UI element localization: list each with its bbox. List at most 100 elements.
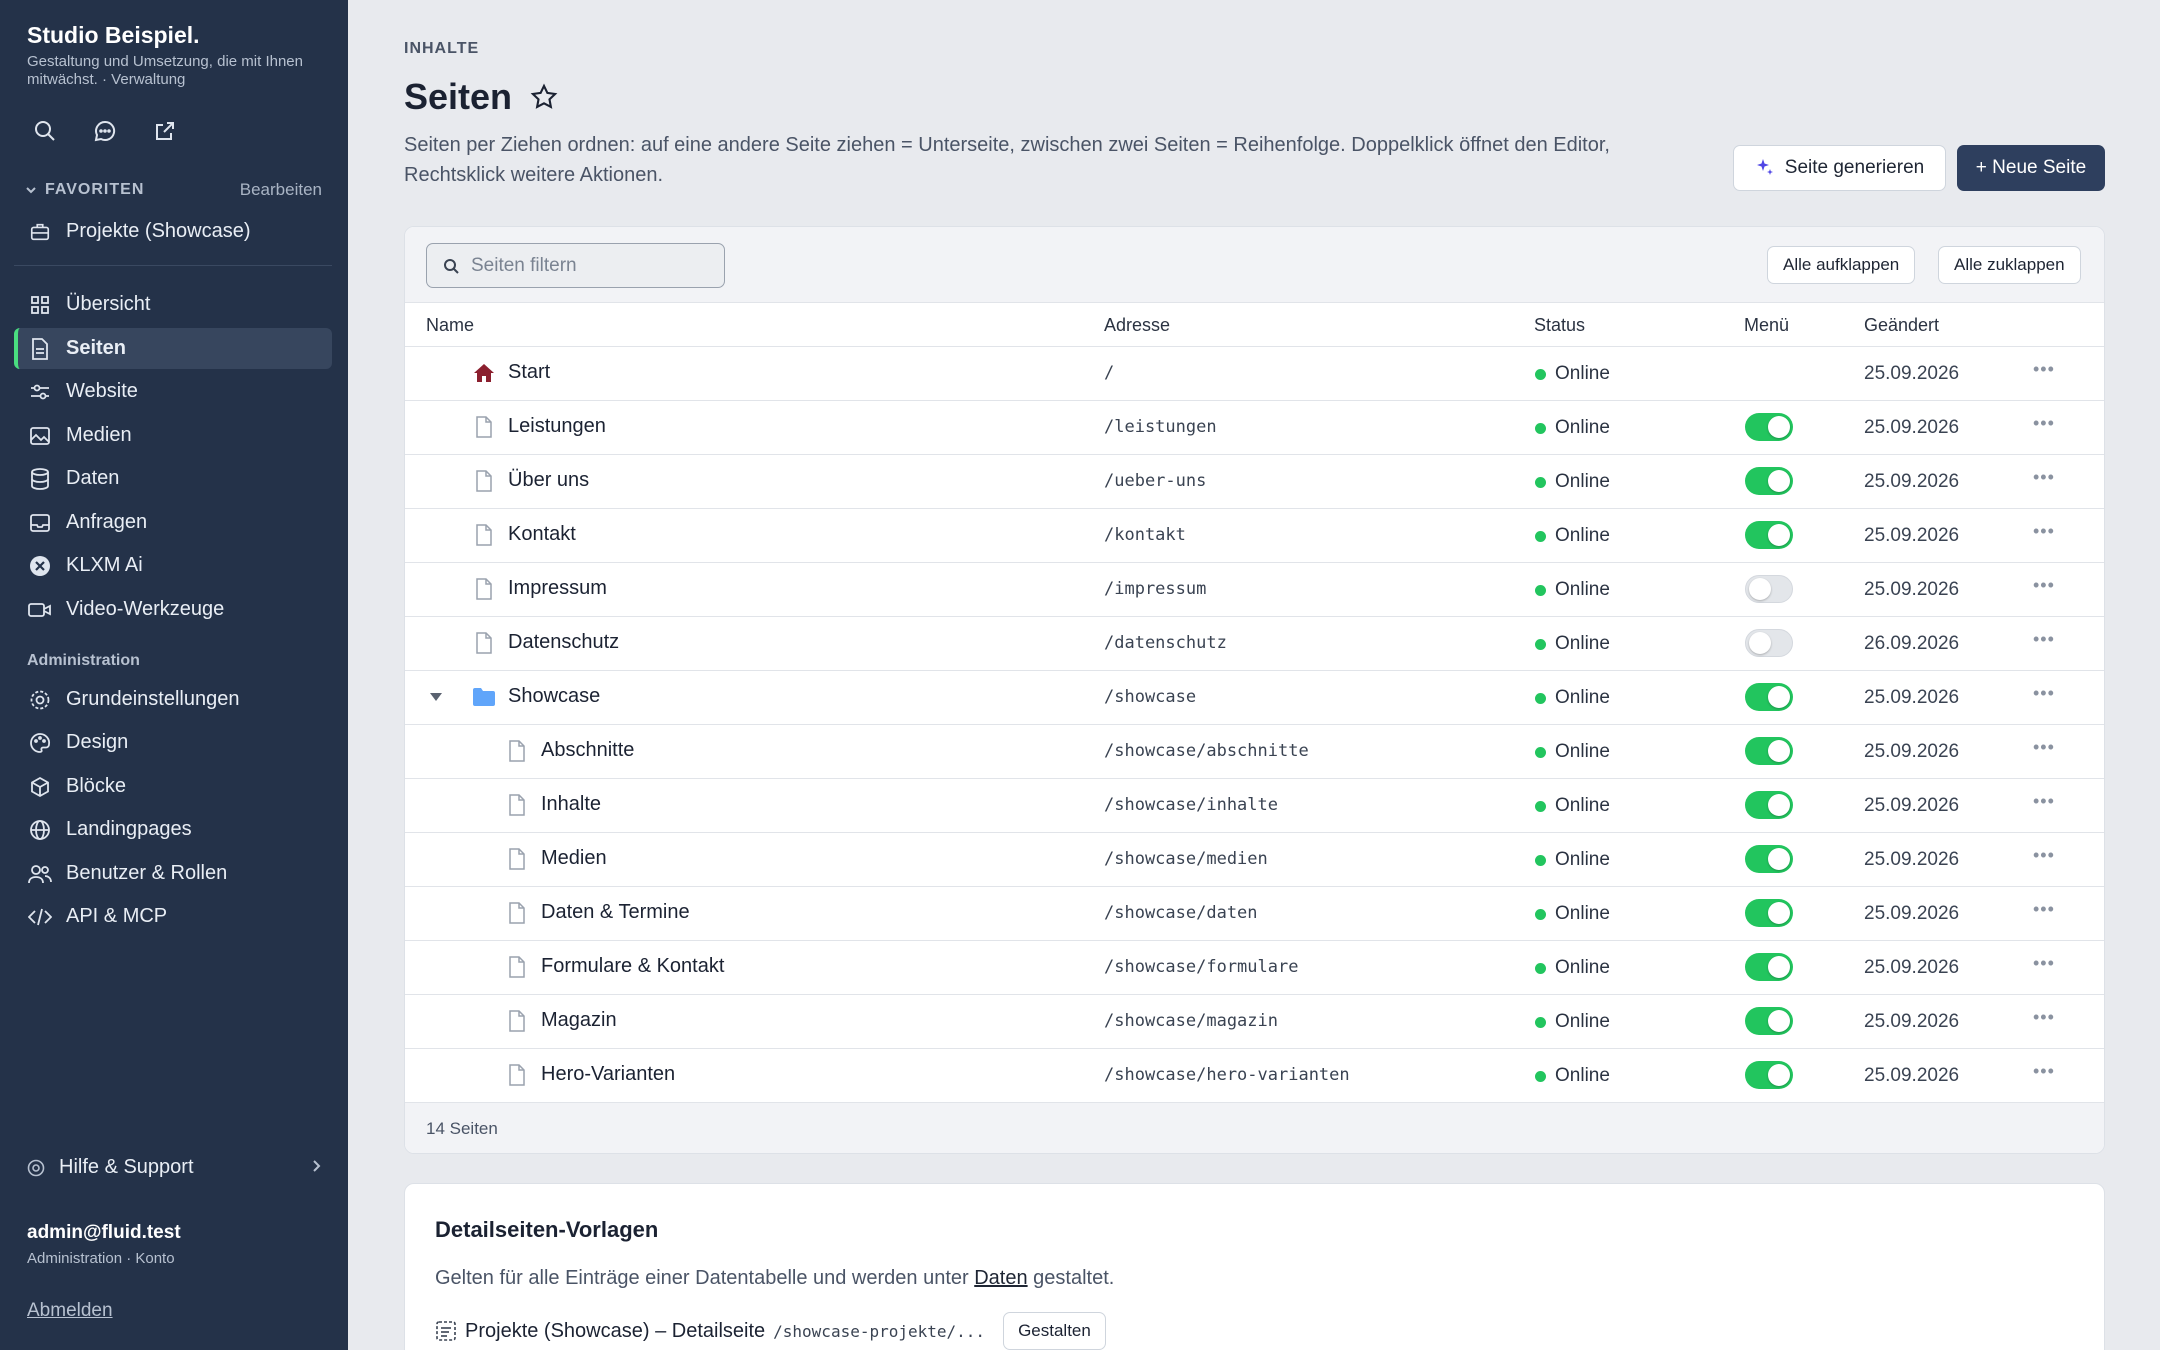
sidebar-item-website[interactable]: Website — [14, 371, 332, 412]
status-badge: Online — [1535, 849, 1610, 871]
table-row[interactable]: Impressum /impressum Online 25.09.2026 •… — [405, 563, 2104, 617]
grid-icon — [28, 293, 52, 317]
more-actions-icon[interactable]: ••• — [2033, 1061, 2055, 1082]
more-actions-icon[interactable]: ••• — [2033, 845, 2055, 866]
sidebar-item-seiten[interactable]: Seiten — [14, 328, 332, 369]
star-icon[interactable] — [530, 83, 558, 111]
more-actions-icon[interactable]: ••• — [2033, 737, 2055, 758]
menu-toggle[interactable] — [1745, 737, 1793, 765]
user-role: Administration · Konto — [27, 1250, 175, 1267]
menu-toggle[interactable] — [1745, 467, 1793, 495]
page-name-cell: Kontakt — [472, 523, 576, 546]
sidebar-item-label: Seiten — [66, 337, 127, 359]
more-actions-icon[interactable]: ••• — [2033, 791, 2055, 812]
status-dot — [1535, 584, 1546, 596]
design-template-button[interactable]: Gestalten — [1003, 1312, 1106, 1350]
detail-templates-card: Detailseiten-Vorlagen Gelten für alle Ei… — [404, 1183, 2105, 1350]
more-actions-icon[interactable]: ••• — [2033, 521, 2055, 542]
sidebar-item-medien[interactable]: Medien — [14, 415, 332, 456]
more-actions-icon[interactable]: ••• — [2033, 467, 2055, 488]
menu-toggle[interactable] — [1745, 899, 1793, 927]
menu-toggle[interactable] — [1745, 683, 1793, 711]
favorites-edit-link[interactable]: Bearbeiten — [240, 180, 322, 200]
page-title-row: Seiten — [404, 76, 558, 118]
column-header-name[interactable]: Name — [426, 315, 474, 336]
more-actions-icon[interactable]: ••• — [2033, 629, 2055, 650]
favorite-item-projekte[interactable]: Projekte (Showcase) — [14, 211, 332, 252]
menu-toggle[interactable] — [1745, 1061, 1793, 1089]
page-name-cell: Medien — [505, 847, 607, 870]
sidebar-item-api-mcp[interactable]: API & MCP — [14, 896, 332, 937]
table-row[interactable]: Inhalte /showcase/inhalte Online 25.09.2… — [405, 779, 2104, 833]
status-label: Online — [1555, 903, 1610, 924]
menu-toggle[interactable] — [1745, 575, 1793, 603]
more-actions-icon[interactable]: ••• — [2033, 899, 2055, 920]
table-row[interactable]: Hero-Varianten /showcase/hero-varianten … — [405, 1049, 2104, 1103]
external-link-icon[interactable] — [150, 116, 180, 146]
expand-caret-icon[interactable] — [429, 691, 443, 703]
page-name: Inhalte — [541, 793, 602, 815]
favorites-toggle[interactable]: FAVORITEN — [25, 181, 144, 199]
menu-toggle[interactable] — [1745, 521, 1793, 549]
daten-link[interactable]: Daten — [974, 1267, 1027, 1289]
sidebar-item-daten[interactable]: Daten — [14, 458, 332, 499]
table-row[interactable]: Abschnitte /showcase/abschnitte Online 2… — [405, 725, 2104, 779]
table-row[interactable]: Magazin /showcase/magazin Online 25.09.2… — [405, 995, 2104, 1049]
sidebar-item-benutzer-rollen[interactable]: Benutzer & Rollen — [14, 853, 332, 894]
logout-link[interactable]: Abmelden — [27, 1300, 113, 1322]
more-actions-icon[interactable]: ••• — [2033, 1007, 2055, 1028]
help-support-link[interactable]: Hilfe & Support — [27, 1156, 322, 1179]
sidebar-item-bloecke[interactable]: Blöcke — [14, 766, 332, 807]
sidebar-item-grundeinstellungen[interactable]: Grundeinstellungen — [14, 679, 332, 720]
changed-date: 25.09.2026 — [1864, 471, 1960, 492]
table-row[interactable]: Kontakt /kontakt Online 25.09.2026 ••• — [405, 509, 2104, 563]
table-row[interactable]: Daten & Termine /showcase/daten Online 2… — [405, 887, 2104, 941]
search-icon[interactable] — [30, 116, 60, 146]
sidebar-item-video-werkzeuge[interactable]: Video-Werkzeuge — [14, 589, 332, 630]
new-page-button[interactable]: + Neue Seite — [1957, 145, 2105, 191]
more-actions-icon[interactable]: ••• — [2033, 575, 2055, 596]
search-input[interactable]: Seiten filtern — [426, 243, 725, 288]
sidebar-divider — [14, 265, 332, 266]
status-label: Online — [1555, 795, 1610, 816]
chat-icon[interactable] — [90, 116, 120, 146]
menu-toggle[interactable] — [1745, 413, 1793, 441]
more-actions-icon[interactable]: ••• — [2033, 359, 2055, 380]
page-name: Kontakt — [508, 523, 576, 545]
sidebar-item-anfragen[interactable]: Anfragen — [14, 502, 332, 543]
generate-page-button[interactable]: Seite generieren — [1733, 145, 1946, 191]
table-row[interactable]: Datenschutz /datenschutz Online 26.09.20… — [405, 617, 2104, 671]
menu-toggle[interactable] — [1745, 791, 1793, 819]
collapse-all-button[interactable]: Alle zuklappen — [1938, 246, 2081, 284]
more-actions-icon[interactable]: ••• — [2033, 953, 2055, 974]
status-label: Online — [1555, 363, 1610, 384]
sidebar-item-landingpages[interactable]: Landingpages — [14, 809, 332, 850]
sidebar-item-klxm-ai[interactable]: KLXM Ai — [14, 545, 332, 586]
page-address: /leistungen — [1104, 417, 1217, 437]
page-address: /showcase/daten — [1104, 903, 1258, 923]
table-row[interactable]: Start / Online 25.09.2026 ••• — [405, 347, 2104, 401]
column-header-status[interactable]: Status — [1534, 315, 1585, 336]
table-row[interactable]: Leistungen /leistungen Online 25.09.2026… — [405, 401, 2104, 455]
table-row[interactable]: Formulare & Kontakt /showcase/formulare … — [405, 941, 2104, 995]
document-icon — [28, 337, 52, 361]
expand-all-button[interactable]: Alle aufklappen — [1767, 246, 1916, 284]
menu-toggle[interactable] — [1745, 1007, 1793, 1035]
column-header-changed[interactable]: Geändert — [1864, 315, 1939, 336]
page-name: Daten & Termine — [541, 901, 690, 923]
column-header-menu[interactable]: Menü — [1744, 315, 1789, 336]
more-actions-icon[interactable]: ••• — [2033, 413, 2055, 434]
table-row[interactable]: Showcase /showcase Online 25.09.2026 ••• — [405, 671, 2104, 725]
menu-toggle[interactable] — [1745, 845, 1793, 873]
menu-toggle[interactable] — [1745, 953, 1793, 981]
table-row[interactable]: Über uns /ueber-uns Online 25.09.2026 ••… — [405, 455, 2104, 509]
briefcase-icon — [28, 220, 52, 244]
column-header-address[interactable]: Adresse — [1104, 315, 1170, 336]
status-label: Online — [1555, 1011, 1610, 1032]
sidebar-item-design[interactable]: Design — [14, 722, 332, 763]
table-row[interactable]: Medien /showcase/medien Online 25.09.202… — [405, 833, 2104, 887]
menu-toggle[interactable] — [1745, 629, 1793, 657]
more-actions-icon[interactable]: ••• — [2033, 683, 2055, 704]
sidebar-item-uebersicht[interactable]: Übersicht — [14, 284, 332, 325]
page-address: /ueber-uns — [1104, 471, 1207, 491]
